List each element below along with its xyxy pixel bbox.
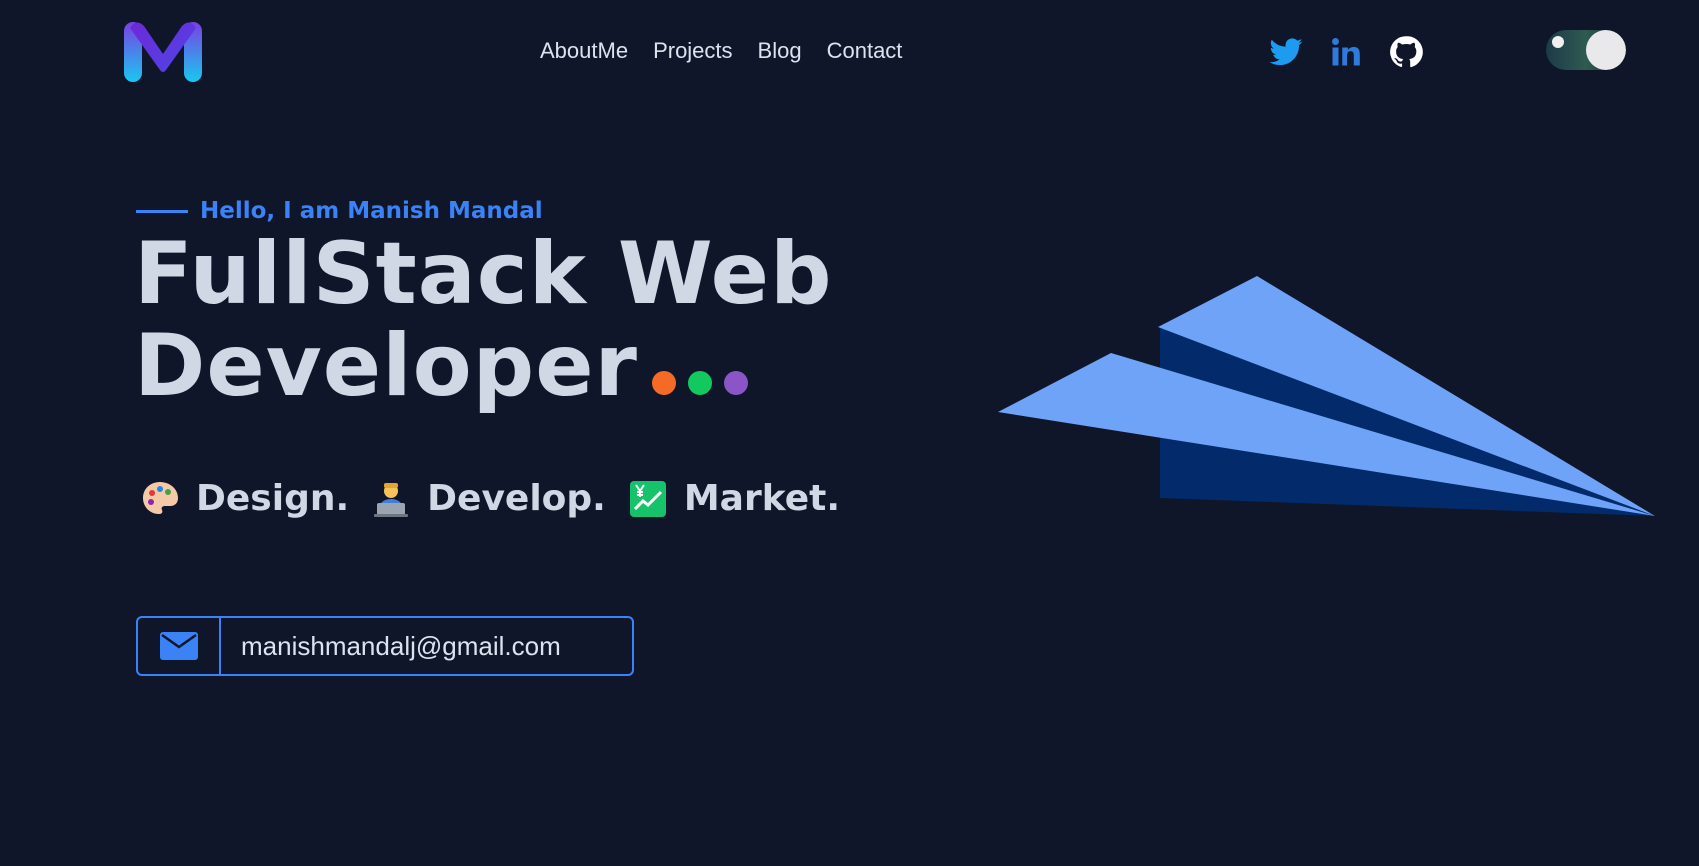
dot-green [687,371,712,395]
palette-icon [143,481,178,514]
greeting: Hello, I am Manish Mandal [136,198,543,224]
twitter-icon[interactable] [1268,34,1304,70]
github-icon[interactable] [1388,34,1424,70]
tagline-market: Market. [683,478,840,519]
email-icon-cell [138,618,221,674]
typing-dots [651,320,760,412]
nav-link-contact[interactable]: Contact [827,36,903,66]
email-address[interactable]: manishmandalj@gmail.com [221,631,561,662]
social-links [1268,34,1448,70]
main-nav: AboutMe Projects Blog Contact [540,36,927,66]
developer-icon [374,482,409,517]
tagline: Design. Develop. Market. [140,478,862,519]
nav-link-projects[interactable]: Projects [653,36,732,66]
tagline-design: Design. [196,478,350,519]
nav-link-aboutme[interactable]: AboutMe [540,36,628,66]
greeting-text: Hello, I am Manish Mandal [200,198,543,224]
moon-icon [1552,36,1564,48]
m-logo-icon[interactable] [122,16,204,86]
dot-orange [651,371,676,395]
greeting-line [136,209,188,213]
headline-line2: Developer [134,316,638,416]
envelope-icon [159,632,198,660]
hero-headline: FullStack Web Developer [134,228,833,412]
paper-plane-illustration [998,276,1655,516]
linkedin-icon[interactable] [1328,34,1364,70]
toggle-knob [1586,30,1626,70]
headline-line1: FullStack Web [134,224,833,324]
dot-purple [723,371,748,395]
theme-toggle[interactable] [1546,30,1626,70]
nav-link-blog[interactable]: Blog [758,36,802,66]
email-contact[interactable]: manishmandalj@gmail.com [136,616,634,676]
chart-icon [629,480,666,517]
tagline-develop: Develop. [427,478,606,519]
